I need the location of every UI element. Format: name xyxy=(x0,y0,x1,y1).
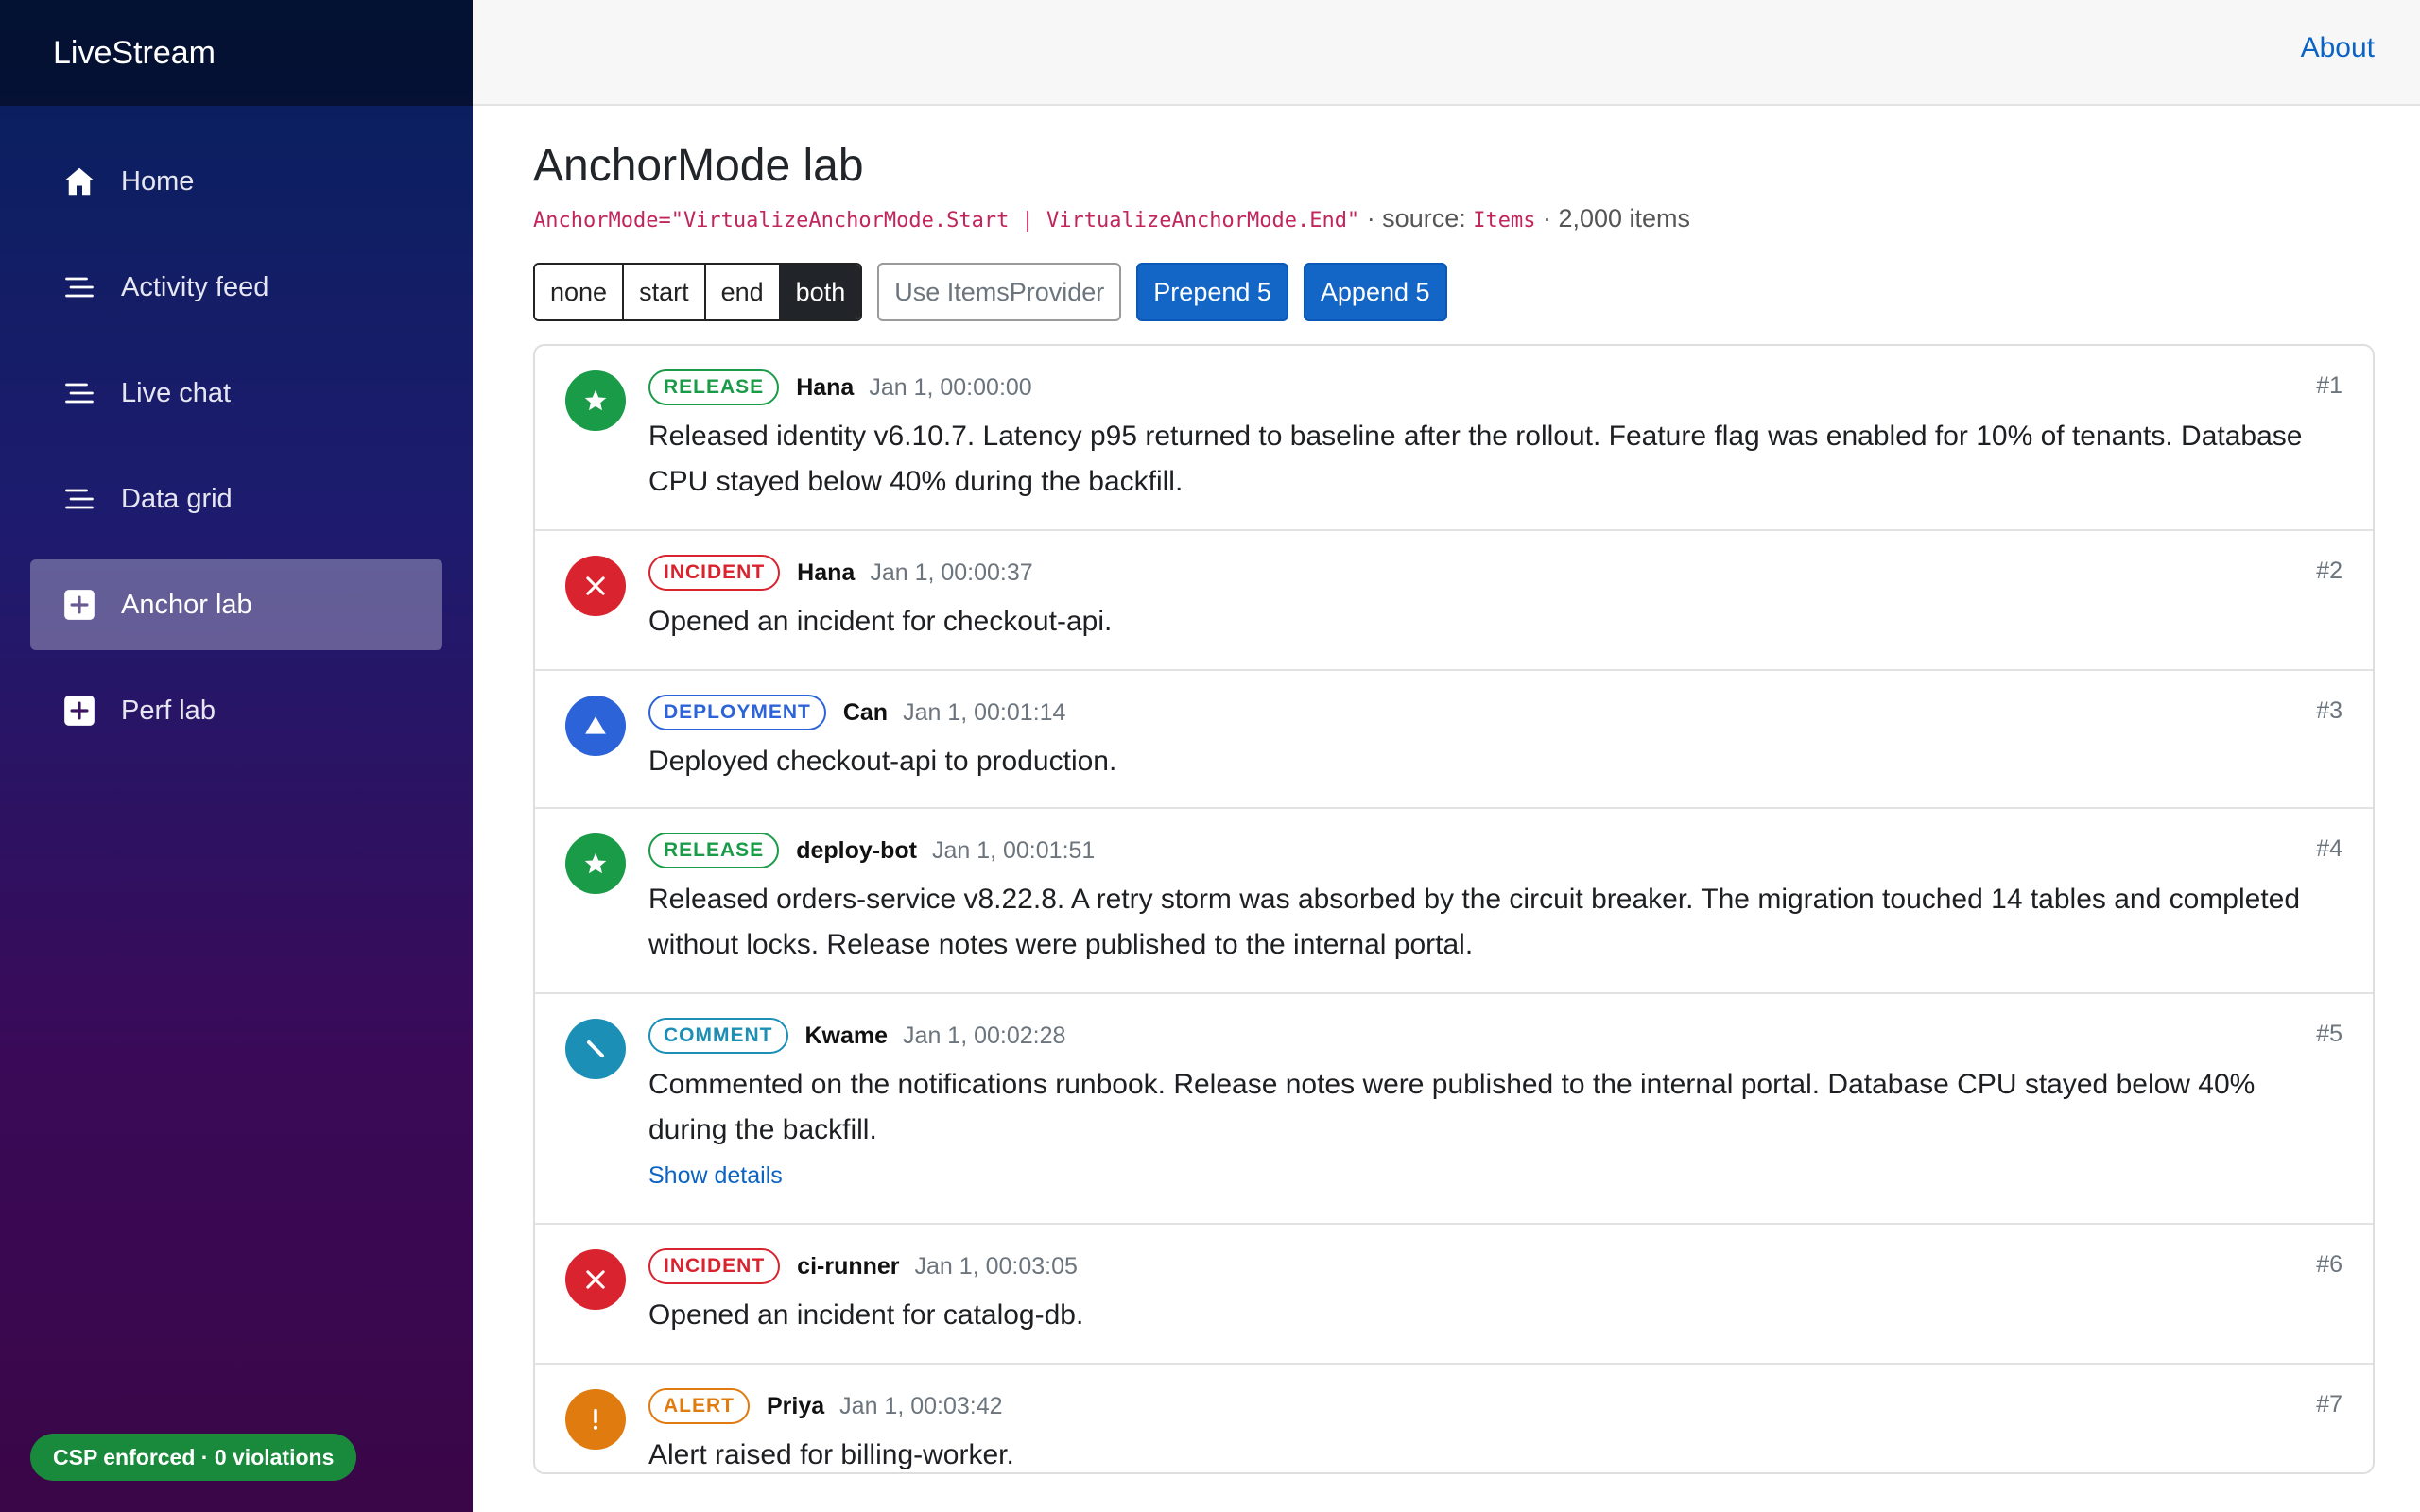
feed-text: Released orders-service v8.22.8. A retry… xyxy=(648,884,2301,960)
sidebar-item-label: Anchor lab xyxy=(121,589,252,620)
feed-author: Kwame xyxy=(804,1022,889,1049)
feed-author: Hana xyxy=(796,373,855,401)
feed-author: deploy-bot xyxy=(796,836,917,864)
sidebar-item-label: Activity feed xyxy=(121,271,269,302)
feed-row-number: #4 xyxy=(2316,835,2342,862)
list-icon xyxy=(60,480,98,518)
csp-status-badge: CSP enforced · 0 violations xyxy=(30,1434,357,1481)
feed-row: INCIDENT ci-runner Jan 1, 00:03:05 #6 Op… xyxy=(535,1225,2373,1365)
sidebar-item-data-grid[interactable]: Data grid xyxy=(30,454,442,544)
star-icon xyxy=(565,833,626,894)
mode-none-button[interactable]: none xyxy=(535,265,625,319)
mode-both-button[interactable]: both xyxy=(780,265,861,319)
feed-timestamp: Jan 1, 00:02:28 xyxy=(903,1022,1066,1049)
feed-text: Released identity v6.10.7. Latency p95 r… xyxy=(648,421,2303,497)
feed-row: RELEASE Hana Jan 1, 00:00:00 #1 Released… xyxy=(535,346,2373,531)
feed-row: RELEASE deploy-bot Jan 1, 00:01:51 #4 Re… xyxy=(535,809,2373,994)
incident-tag: INCIDENT xyxy=(648,1248,781,1284)
feed-row-number: #7 xyxy=(2316,1391,2342,1418)
feed-text: Opened an incident for checkout-api. xyxy=(648,606,1113,637)
feed-list[interactable]: RELEASE Hana Jan 1, 00:00:00 #1 Released… xyxy=(533,344,2375,1474)
use-items-provider-button[interactable]: Use ItemsProvider xyxy=(877,263,1122,321)
sidebar-item-label: Live chat xyxy=(121,377,232,408)
feed-text: Deployed checkout-api to production. xyxy=(648,746,1117,777)
feed-timestamp: Jan 1, 00:01:51 xyxy=(931,836,1096,864)
controls-toolbar: none start end both Use ItemsProvider Pr… xyxy=(533,263,1447,321)
feed-row: ALERT Priya Jan 1, 00:03:42 #7 Alert rai… xyxy=(535,1365,2373,1472)
anchor-mode-segmented-control: none start end both xyxy=(533,263,863,321)
feed-text: Alert raised for billing-worker. xyxy=(648,1439,1014,1470)
home-icon xyxy=(60,163,98,200)
feed-row: DEPLOYMENT Can Jan 1, 00:01:14 #3 Deploy… xyxy=(535,671,2373,809)
plus-square-icon xyxy=(60,692,98,730)
feed-row-header: INCIDENT ci-runner Jan 1, 00:03:05 xyxy=(648,1247,1078,1285)
feed-row-header: ALERT Priya Jan 1, 00:03:42 xyxy=(648,1387,1003,1425)
feed-timestamp: Jan 1, 00:01:14 xyxy=(903,698,1066,726)
feed-row-number: #1 xyxy=(2316,372,2342,399)
top-bar: About xyxy=(473,0,2420,106)
list-icon xyxy=(60,268,98,306)
sidebar-item-activity-feed[interactable]: Activity feed xyxy=(30,242,442,333)
item-count: · 2,000 items xyxy=(1535,204,1691,232)
plus-square-icon xyxy=(60,586,98,624)
sidebar-item-anchor-lab[interactable]: Anchor lab xyxy=(30,559,442,650)
main-content: AnchorMode lab AnchorMode="VirtualizeAnc… xyxy=(473,106,2420,1512)
page-meta: AnchorMode="VirtualizeAnchorMode.Start |… xyxy=(533,204,1690,233)
sidebar-item-live-chat[interactable]: Live chat xyxy=(30,348,442,438)
about-link[interactable]: About xyxy=(2301,32,2375,64)
alert-tag: ALERT xyxy=(648,1388,750,1424)
feed-row-number: #2 xyxy=(2316,558,2342,584)
brand-bar: LiveStream xyxy=(0,0,473,106)
feed-author: ci-runner xyxy=(797,1252,900,1280)
sidebar-item-home[interactable]: Home xyxy=(30,136,442,227)
feed-author: Hana xyxy=(797,558,856,586)
comment-tag: COMMENT xyxy=(648,1018,788,1054)
append-button[interactable]: Append 5 xyxy=(1303,263,1447,321)
sidebar-item-perf-lab[interactable]: Perf lab xyxy=(30,665,442,756)
feed-timestamp: Jan 1, 00:03:42 xyxy=(839,1392,1003,1419)
mode-start-button[interactable]: start xyxy=(624,265,706,319)
feed-row-header: RELEASE deploy-bot Jan 1, 00:01:51 xyxy=(648,832,1095,869)
feed-timestamp: Jan 1, 00:03:05 xyxy=(914,1252,1078,1280)
feed-timestamp: Jan 1, 00:00:00 xyxy=(869,373,1032,401)
feed-row-number: #6 xyxy=(2316,1251,2342,1278)
feed-row: COMMENT Kwame Jan 1, 00:02:28 #5 Comment… xyxy=(535,994,2373,1225)
release-tag: RELEASE xyxy=(648,369,780,405)
meta-separator: · source: xyxy=(1359,204,1474,232)
show-details-link[interactable]: Show details xyxy=(648,1162,783,1190)
deployment-tag: DEPLOYMENT xyxy=(648,695,826,730)
list-icon xyxy=(60,374,98,412)
feed-row-header: COMMENT Kwame Jan 1, 00:02:28 xyxy=(648,1017,1065,1055)
incident-tag: INCIDENT xyxy=(648,555,781,591)
feed-text: Opened an incident for catalog-db. xyxy=(648,1299,1084,1331)
triangle-icon xyxy=(565,696,626,756)
feed-row-number: #5 xyxy=(2316,1021,2342,1047)
feed-author: Priya xyxy=(767,1392,825,1419)
sidebar-item-label: Home xyxy=(121,165,195,197)
brand-title[interactable]: LiveStream xyxy=(53,35,216,72)
x-icon xyxy=(565,556,626,616)
feed-text: Commented on the notifications runbook. … xyxy=(648,1069,2256,1145)
feed-row-header: INCIDENT Hana Jan 1, 00:00:37 xyxy=(648,554,1033,592)
page-title: AnchorMode lab xyxy=(533,141,864,191)
sidebar-item-label: Perf lab xyxy=(121,695,216,726)
exclamation-icon xyxy=(565,1389,626,1450)
feed-row-number: #3 xyxy=(2316,697,2342,724)
source-code: Items xyxy=(1473,209,1536,232)
sidebar: LiveStream Home Activity feed Live chat … xyxy=(0,0,473,1512)
feed-row-header: RELEASE Hana Jan 1, 00:00:00 xyxy=(648,369,1032,406)
feed-timestamp: Jan 1, 00:00:37 xyxy=(870,558,1033,586)
mode-end-button[interactable]: end xyxy=(705,265,781,319)
feed-author: Can xyxy=(842,698,889,726)
release-tag: RELEASE xyxy=(648,833,780,868)
feed-row-header: DEPLOYMENT Can Jan 1, 00:01:14 xyxy=(648,694,1065,731)
sidebar-item-label: Data grid xyxy=(121,483,233,514)
pencil-icon xyxy=(565,1019,626,1079)
anchor-mode-code: AnchorMode="VirtualizeAnchorMode.Start |… xyxy=(533,209,1360,232)
star-icon xyxy=(565,370,626,431)
prepend-button[interactable]: Prepend 5 xyxy=(1136,263,1288,321)
x-icon xyxy=(565,1249,626,1310)
feed-row: INCIDENT Hana Jan 1, 00:00:37 #2 Opened … xyxy=(535,531,2373,671)
